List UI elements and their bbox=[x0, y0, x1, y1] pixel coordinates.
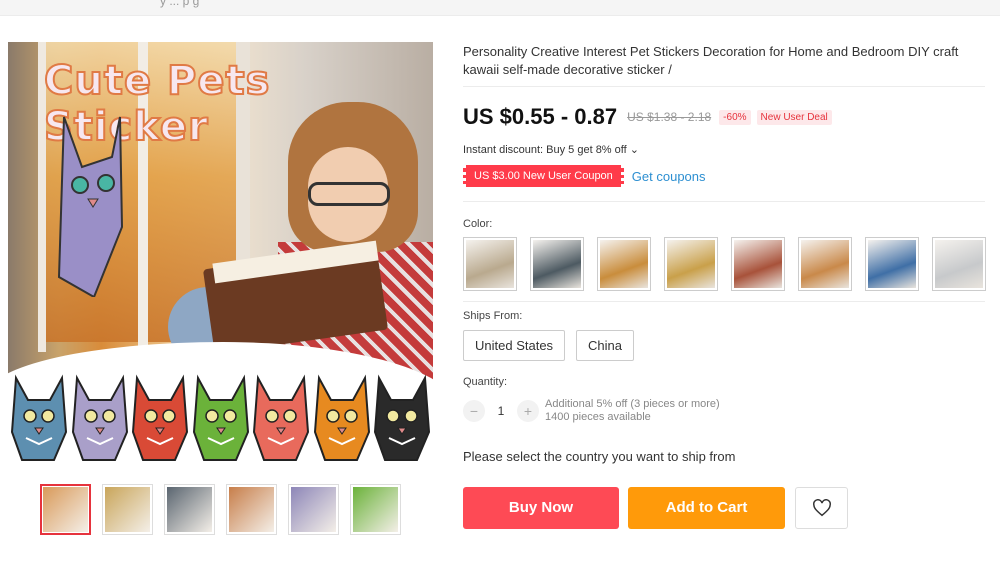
swatch-image bbox=[600, 240, 648, 288]
heart-icon bbox=[812, 499, 831, 517]
cat-sticker-icon bbox=[71, 374, 128, 461]
thumbnail-image bbox=[353, 487, 398, 532]
swatch-window-cat[interactable] bbox=[597, 237, 651, 291]
quantity-stepper: − 1 + Additional 5% off (3 pieces or mor… bbox=[463, 398, 720, 424]
cat-sticker-icon bbox=[192, 374, 249, 461]
thumb-girl-window[interactable] bbox=[226, 484, 277, 535]
image-thumbnails bbox=[40, 484, 401, 535]
thumb-sunny-room[interactable] bbox=[102, 484, 153, 535]
add-to-cart-button[interactable]: Add to Cart bbox=[628, 487, 785, 529]
get-coupons-link[interactable]: Get coupons bbox=[632, 169, 706, 184]
swatch-image bbox=[935, 240, 983, 288]
discount-badge: -60% bbox=[719, 109, 751, 125]
color-swatches bbox=[463, 237, 986, 291]
swatch-image bbox=[667, 240, 715, 288]
swatch-image bbox=[466, 240, 514, 288]
quantity-value[interactable]: 1 bbox=[485, 404, 517, 418]
quantity-label: Quantity: bbox=[463, 376, 508, 388]
thumb-grey-cat-sticker[interactable] bbox=[288, 484, 339, 535]
cat-sticker-icon bbox=[131, 374, 189, 461]
swatch-image bbox=[734, 240, 782, 288]
swatch-image bbox=[868, 240, 916, 288]
ship-from-china[interactable]: China bbox=[576, 330, 635, 361]
buy-now-button[interactable]: Buy Now bbox=[463, 487, 619, 529]
ships-from-options: United States China bbox=[463, 330, 635, 361]
thumbnail-image bbox=[291, 487, 336, 532]
swatch-grey-window[interactable] bbox=[932, 237, 986, 291]
additional-discount-text: Additional 5% off (3 pieces or more) bbox=[545, 398, 720, 410]
cat-sticker-icon bbox=[373, 374, 431, 461]
swatch-red-room[interactable] bbox=[731, 237, 785, 291]
new-user-coupon[interactable]: US $3.00 New User Coupon bbox=[463, 165, 624, 187]
thumbnail-image bbox=[229, 487, 274, 532]
new-user-deal-badge: New User Deal bbox=[756, 109, 832, 125]
grey-cat-sticker-icon bbox=[57, 116, 124, 297]
thumb-window-seat[interactable] bbox=[164, 484, 215, 535]
divider bbox=[463, 201, 985, 202]
swatch-girl-reading[interactable] bbox=[530, 237, 584, 291]
swatch-image bbox=[533, 240, 581, 288]
thumbnail-image bbox=[43, 487, 88, 532]
cat-sticker-icon bbox=[313, 374, 370, 461]
top-bar-text: y ... p g bbox=[160, 0, 200, 8]
ships-from-label: Ships From: bbox=[463, 310, 523, 322]
divider bbox=[463, 301, 985, 302]
thumbnail-image bbox=[167, 487, 212, 532]
price: US $0.55 - 0.87 bbox=[463, 104, 618, 129]
swatch-girl-window[interactable] bbox=[798, 237, 852, 291]
quantity-decrease-button[interactable]: − bbox=[463, 400, 485, 422]
price-row: US $0.55 - 0.87 US $1.38 - 2.18 -60% New… bbox=[463, 104, 832, 130]
wishlist-button[interactable] bbox=[795, 487, 848, 529]
thumb-girl-reading-stickers[interactable] bbox=[40, 484, 91, 535]
swatch-image bbox=[801, 240, 849, 288]
quantity-info: Additional 5% off (3 pieces or more) 140… bbox=[545, 398, 720, 424]
coupon-row: US $3.00 New User Coupon Get coupons bbox=[463, 165, 706, 187]
main-product-image[interactable]: Cute Pets Sticker bbox=[8, 42, 433, 470]
swatch-flowers[interactable] bbox=[664, 237, 718, 291]
instant-discount[interactable]: Instant discount: Buy 5 get 8% off ⌄ bbox=[463, 143, 639, 156]
quantity-increase-button[interactable]: + bbox=[517, 400, 539, 422]
ship-from-note: Please select the country you want to sh… bbox=[463, 449, 736, 464]
instant-discount-text: Instant discount: Buy 5 get 8% off bbox=[463, 144, 627, 156]
cat-sticker-icon bbox=[10, 374, 68, 461]
pieces-available-text: 1400 pieces available bbox=[545, 411, 651, 423]
thumbnail-image bbox=[105, 487, 150, 532]
product-title: Personality Creative Interest Pet Sticke… bbox=[463, 44, 959, 77]
cat-sticker-icon bbox=[252, 374, 310, 461]
cat-stickers-row bbox=[8, 372, 433, 470]
divider bbox=[463, 86, 985, 87]
ship-from-united-states[interactable]: United States bbox=[463, 330, 566, 361]
swatch-grey-cat[interactable] bbox=[463, 237, 517, 291]
top-bar: y ... p g bbox=[0, 0, 1000, 16]
color-label: Color: bbox=[463, 218, 493, 230]
swatch-car[interactable] bbox=[865, 237, 919, 291]
original-price: US $1.38 - 2.18 bbox=[627, 110, 712, 124]
thumb-green-cat-sticker[interactable] bbox=[350, 484, 401, 535]
chevron-down-icon: ⌄ bbox=[629, 144, 639, 156]
